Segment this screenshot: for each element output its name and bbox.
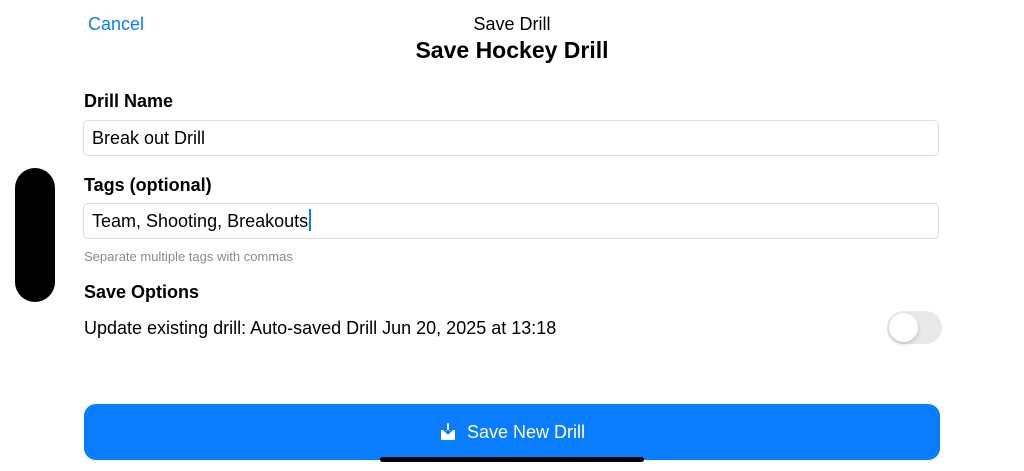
tags-label: Tags (optional) xyxy=(84,175,212,195)
save-drill-sheet: Cancel Save Drill Save Hockey Drill Dril… xyxy=(0,0,1024,471)
tray-arrow-down-icon xyxy=(440,423,455,440)
page-title: Save Hockey Drill xyxy=(415,37,609,63)
save-button-label: Save New Drill xyxy=(466,421,586,442)
tags-value: Team, Shooting, Breakouts xyxy=(92,211,309,231)
tags-input[interactable]: Team, Shooting, Breakouts xyxy=(83,203,939,239)
update-existing-label: Update existing drill: Auto-saved Drill … xyxy=(84,318,557,338)
drill-name-input[interactable]: Break out Drill xyxy=(83,120,939,156)
tags-hint: Separate multiple tags with commas xyxy=(84,249,293,264)
side-handle[interactable] xyxy=(15,168,55,302)
save-options-label: Save Options xyxy=(84,282,200,302)
drill-name-label: Drill Name xyxy=(84,91,174,111)
save-new-drill-button[interactable]: Save New Drill xyxy=(84,404,940,460)
nav-title: Save Drill xyxy=(473,14,551,34)
toggle-knob xyxy=(889,313,918,342)
home-indicator[interactable] xyxy=(380,457,644,462)
update-existing-toggle[interactable] xyxy=(887,311,942,344)
text-cursor xyxy=(309,209,312,231)
drill-name-value: Break out Drill xyxy=(92,128,206,148)
